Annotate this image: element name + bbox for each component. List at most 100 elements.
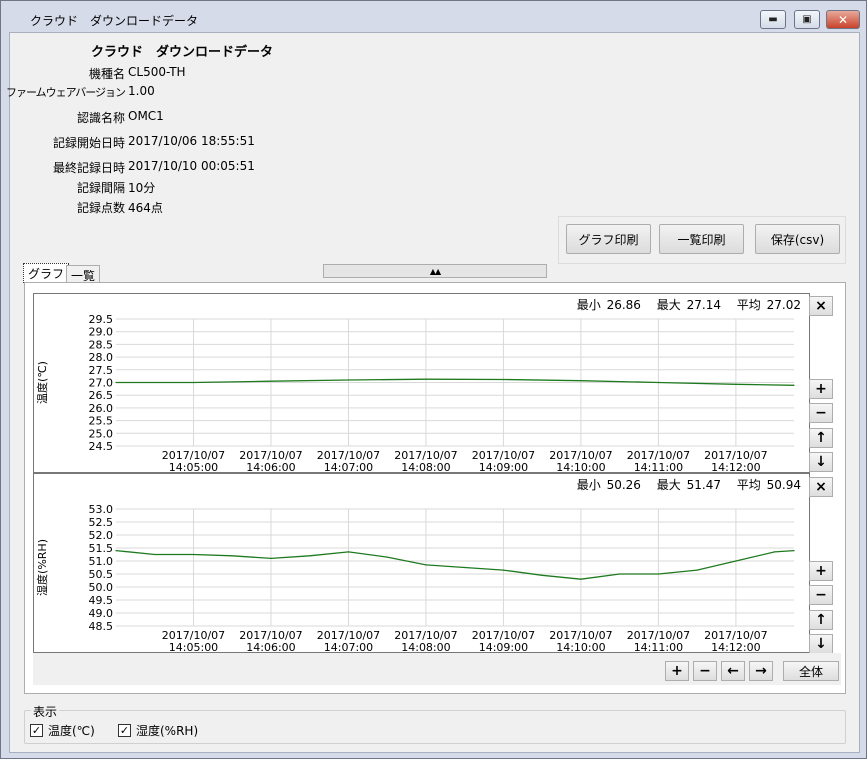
print-list-button[interactable]: 一覧印刷: [659, 224, 744, 254]
model-value: CL500-TH: [128, 65, 186, 79]
x-tick-time-label: 14:09:00: [479, 461, 528, 472]
data-point: [270, 557, 272, 559]
data-point: [774, 551, 776, 553]
x-tick-time-label: 14:10:00: [556, 461, 605, 472]
window-title: クラウド ダウンロードデータ: [30, 14, 199, 28]
last-time-label: 最終記録日時: [52, 161, 125, 175]
y-tick-label: 50.0: [89, 581, 114, 594]
y-tick-label: 27.0: [89, 377, 114, 390]
temperature-stats: 最小 26.86 最大 27.14 平均 27.02: [565, 296, 801, 313]
maximize-button[interactable]: ▣: [794, 10, 820, 29]
series-line: [115, 549, 795, 580]
temp-avg-label: 平均: [736, 298, 761, 312]
y-tick-label: 26.0: [89, 402, 114, 415]
y-tick-label: 48.5: [89, 620, 114, 633]
data-point: [425, 378, 427, 380]
hum-scroll-up-button[interactable]: ↑: [809, 610, 833, 630]
hum-min-value: 50.26: [606, 478, 641, 492]
checkbox-icon[interactable]: ✓: [30, 724, 43, 737]
y-tick-label: 51.5: [89, 542, 114, 555]
y-tick-label: 28.5: [89, 338, 114, 351]
x-tick-time-label: 14:08:00: [401, 641, 450, 652]
display-group: 表示 ✓ 温度(℃) ✓ 湿度(%RH): [24, 703, 846, 744]
data-point: [270, 380, 272, 382]
temp-zoom-in-button[interactable]: +: [809, 379, 833, 399]
data-point: [464, 566, 466, 569]
temp-avg-value: 27.02: [766, 298, 801, 312]
y-tick-label: 51.0: [89, 555, 114, 568]
x-tick-time-label: 14:11:00: [634, 461, 683, 472]
interval-value: 10分: [128, 181, 156, 195]
x-tick-time-label: 14:06:00: [246, 461, 295, 472]
print-graph-button[interactable]: グラフ印刷: [566, 224, 651, 254]
hum-min-label: 最小: [576, 478, 601, 492]
y-tick-label: 53.0: [89, 503, 114, 516]
data-point: [735, 383, 737, 385]
y-tick-label: 27.5: [89, 364, 114, 377]
x-tick-time-label: 14:08:00: [401, 461, 450, 472]
x-tick-time-label: 14:12:00: [711, 641, 760, 652]
temp-max-value: 27.14: [686, 298, 721, 312]
data-point: [115, 381, 117, 384]
time-nav-bar: + − ← → 全体: [33, 653, 841, 685]
data-point: [347, 379, 350, 381]
data-point: [192, 381, 195, 384]
x-tick-time-label: 14:06:00: [246, 641, 295, 652]
checkbox-icon[interactable]: ✓: [118, 724, 131, 737]
temp-scroll-down-button[interactable]: ↓: [809, 452, 833, 472]
temp-scroll-up-button[interactable]: ↑: [809, 428, 833, 448]
temp-min-label: 最小: [576, 298, 601, 312]
data-point: [619, 573, 621, 575]
hum-avg-value: 50.94: [766, 478, 801, 492]
hum-max-label: 最大: [656, 478, 681, 492]
y-tick-label: 29.0: [89, 326, 114, 339]
hum-display-checkbox[interactable]: ✓ 湿度(%RH): [118, 722, 198, 739]
y-tick-label: 25.5: [89, 415, 114, 428]
data-point: [115, 550, 117, 552]
x-tick-time-label: 14:07:00: [324, 641, 373, 652]
temp-min-value: 26.86: [606, 298, 641, 312]
data-point: [231, 555, 233, 557]
temp-zoom-out-button[interactable]: −: [809, 403, 833, 423]
scroll-left-button[interactable]: ←: [721, 661, 745, 681]
hum-chart-close-button[interactable]: ×: [809, 477, 833, 497]
y-tick-label: 49.0: [89, 607, 114, 620]
data-point: [502, 569, 505, 571]
time-zoom-in-button[interactable]: +: [665, 661, 689, 681]
data-point: [580, 578, 582, 580]
temp-chart-close-button[interactable]: ×: [809, 296, 833, 316]
hum-scroll-down-button[interactable]: ↓: [809, 634, 833, 654]
x-tick-time-label: 14:09:00: [479, 641, 528, 652]
title-bar[interactable]: クラウド ダウンロードデータ ▬ ▣ ✕: [1, 1, 866, 33]
tab-list[interactable]: 一覧: [66, 265, 101, 283]
y-tick-label: 29.5: [89, 313, 114, 326]
tab-graph[interactable]: グラフ: [23, 263, 70, 283]
hum-zoom-out-button[interactable]: −: [809, 585, 833, 605]
y-tick-label: 25.0: [89, 427, 114, 440]
scroll-right-button[interactable]: →: [749, 661, 773, 681]
graph-tab-page: 最小 26.86 最大 27.14 平均 27.02 29.5 29.0 28.5 2…: [24, 282, 846, 694]
firmware-value: 1.00: [128, 84, 155, 98]
data-point: [425, 564, 427, 566]
save-csv-button[interactable]: 保存(csv): [755, 224, 840, 254]
start-time-label: 記録開始日時: [52, 136, 125, 150]
show-all-button[interactable]: 全体: [783, 661, 839, 681]
data-point: [347, 551, 350, 553]
hum-zoom-in-button[interactable]: +: [809, 561, 833, 581]
data-point: [386, 556, 388, 558]
data-point: [309, 555, 311, 557]
hum-max-value: 51.47: [686, 478, 721, 492]
temperature-chart[interactable]: 29.529.028.528.027.527.026.526.025.525.0…: [34, 294, 809, 474]
temp-display-checkbox[interactable]: ✓ 温度(℃): [30, 722, 95, 739]
x-tick-time-label: 14:11:00: [634, 641, 683, 652]
temp-display-label: 温度(℃): [48, 724, 95, 738]
collapse-splitter[interactable]: ▲▲: [323, 264, 547, 278]
display-group-label: 表示: [31, 703, 60, 720]
y-axis-label: 温度(℃): [35, 361, 49, 404]
firmware-label: ファームウェアバージョン: [5, 86, 126, 99]
humidity-chart[interactable]: 53.052.552.051.551.050.550.049.549.048.5…: [34, 474, 809, 654]
time-zoom-out-button[interactable]: −: [693, 661, 717, 681]
minimize-button[interactable]: ▬: [760, 10, 786, 29]
y-tick-label: 24.5: [89, 440, 114, 453]
close-button[interactable]: ✕: [826, 10, 860, 29]
